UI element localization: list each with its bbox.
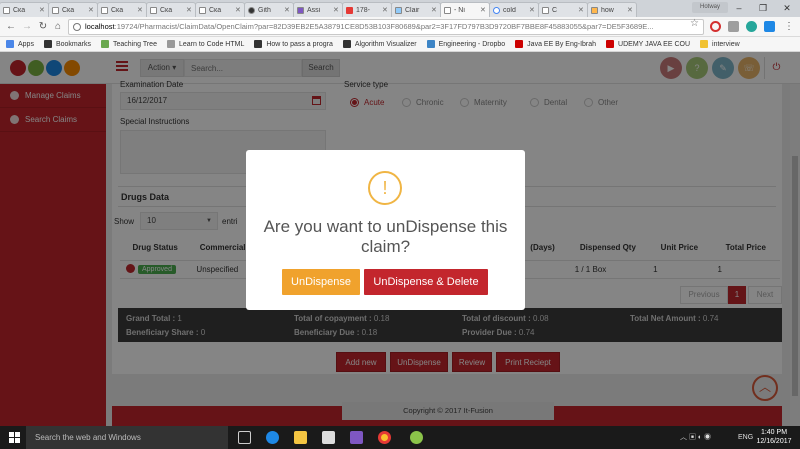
bookmark-item[interactable]: Learn to Code HTML (166, 40, 244, 48)
browser-tab[interactable]: Gith ✕ (244, 2, 294, 17)
language-indicator[interactable]: ENG (738, 426, 753, 449)
tray-icons[interactable]: ︿ ▣ ◐ ◉ (680, 426, 711, 449)
app-icon[interactable] (410, 431, 423, 444)
hexagon-icon (254, 40, 263, 48)
undispense-and-delete-button[interactable]: UnDispense & Delete (364, 269, 488, 295)
page-icon (591, 6, 598, 14)
confirm-undispense-button[interactable]: UnDispense (282, 269, 360, 295)
edge-icon[interactable] (266, 431, 279, 444)
visual-studio-icon[interactable] (350, 431, 363, 444)
windows-start-icon[interactable] (9, 432, 20, 443)
tree-icon (100, 40, 109, 48)
code-icon (166, 40, 175, 48)
store-icon[interactable] (322, 431, 335, 444)
dropbox-icon (426, 40, 435, 48)
browser-tab[interactable]: Ска ✕ (48, 2, 98, 17)
info-icon (73, 23, 81, 31)
bookmark-item[interactable]: Teaching Tree (100, 40, 157, 48)
warning-icon: ! (368, 171, 402, 205)
download-extension-icon[interactable] (728, 21, 739, 32)
opera-extension-icon[interactable] (710, 21, 721, 32)
bookmark-item[interactable]: UDEMY JAVA EE COU (606, 40, 690, 48)
close-icon[interactable]: ✕ (627, 6, 633, 14)
close-icon[interactable]: ✕ (480, 6, 486, 14)
page-icon (444, 6, 451, 14)
close-icon[interactable]: ✕ (39, 6, 45, 14)
minimize-icon[interactable]: – (728, 0, 750, 16)
bookmarks-bar: Apps Bookmarks Teaching Tree Learn to Co… (0, 37, 800, 52)
page-icon (150, 6, 157, 14)
bookmark-item[interactable]: Bookmarks (43, 40, 91, 48)
folder-icon (700, 40, 709, 48)
wave-extension-icon[interactable] (764, 21, 775, 32)
grid-icon (342, 40, 351, 48)
page-icon (199, 6, 206, 14)
star-icon (43, 40, 52, 48)
youtube-icon (515, 40, 524, 48)
reload-icon[interactable]: ↻ (36, 20, 50, 34)
browser-tab-strip: Ска ✕ Ска ✕ Ска ✕ Ска ✕ Ска ✕ Gith ✕ Assi ✕ 178… (0, 0, 800, 17)
page-icon (52, 6, 59, 14)
chrome-icon[interactable] (378, 431, 391, 444)
page-icon (297, 6, 304, 14)
window-user-badge[interactable]: Hotway (692, 2, 728, 13)
maximize-icon[interactable]: ❐ (752, 0, 774, 16)
page-icon (101, 6, 108, 14)
browser-tab[interactable]: Clair ✕ (391, 2, 441, 17)
close-icon[interactable]: ✕ (382, 6, 388, 14)
browser-tab[interactable]: Ска ✕ (146, 2, 196, 17)
close-icon[interactable]: ✕ (284, 6, 290, 14)
menu-icon[interactable]: ⋮ (782, 20, 796, 34)
bookmark-item[interactable]: interview (700, 40, 740, 48)
back-icon[interactable]: ← (4, 20, 18, 34)
home-icon[interactable]: ⌂ (51, 20, 65, 34)
close-icon[interactable]: ✕ (431, 6, 437, 14)
browser-tab[interactable]: Ска ✕ (195, 2, 245, 17)
bookmark-star-icon[interactable]: ☆ (690, 18, 699, 29)
close-icon[interactable]: ✕ (235, 6, 241, 14)
browser-tab[interactable]: how ✕ (587, 2, 637, 17)
google-icon (493, 6, 500, 14)
close-icon[interactable]: ✕ (186, 6, 192, 14)
windows-taskbar: Search the web and Windows ︿ ▣ ◐ ◉ ENG 1… (0, 426, 800, 449)
close-icon[interactable]: ✕ (333, 6, 339, 14)
window-close-icon[interactable]: ✕ (776, 0, 798, 16)
close-icon[interactable]: ✕ (88, 6, 94, 14)
bookmark-item[interactable]: Java EE By Eng-Ibrah (515, 40, 596, 48)
browser-tab[interactable]: Ска ✕ (97, 2, 147, 17)
browser-tab[interactable]: 178- ✕ (342, 2, 392, 17)
bookmark-item[interactable]: How to pass a progra (254, 40, 333, 48)
bookmark-item[interactable]: Apps (6, 40, 34, 48)
apps-grid-icon (6, 40, 14, 48)
bookmark-item[interactable]: Algorithm Visualizer (342, 40, 417, 48)
github-icon (248, 6, 255, 14)
close-icon[interactable]: ✕ (529, 6, 535, 14)
forward-icon[interactable]: → (20, 20, 34, 34)
teal-extension-icon[interactable] (746, 21, 757, 32)
gmail-icon (346, 6, 353, 14)
taskbar-search-box[interactable]: Search the web and Windows (26, 426, 228, 449)
taskbar-clock[interactable]: 1:40 PM 12/16/2017 (754, 428, 794, 446)
page-icon (542, 6, 549, 14)
close-icon[interactable]: ✕ (578, 6, 584, 14)
close-icon[interactable]: ✕ (137, 6, 143, 14)
browser-tab[interactable]: Ска ✕ (0, 2, 49, 17)
dialog-title: Are you want to unDispense this claim? (263, 217, 508, 256)
file-explorer-icon[interactable] (294, 431, 307, 444)
browser-tab[interactable]: C ✕ (538, 2, 588, 17)
browser-toolbar: ← → ↻ ⌂ localhost:19724/Pharmacist/Claim… (0, 17, 800, 37)
browser-tab[interactable]: Assi ✕ (293, 2, 343, 17)
youtube-icon (606, 40, 615, 48)
bookmark-item[interactable]: Engineering - Dropbo (426, 40, 505, 48)
task-view-icon[interactable] (238, 431, 251, 444)
browser-tab[interactable]: cold ✕ (489, 2, 539, 17)
page-icon (3, 6, 10, 14)
undispense-confirm-dialog: ! Are you want to unDispense this claim?… (246, 150, 525, 310)
browser-tab-active[interactable]: - Ni ✕ (440, 2, 490, 17)
address-bar[interactable]: localhost:19724/Pharmacist/ClaimData/Ope… (68, 19, 704, 35)
page-icon (395, 6, 402, 14)
